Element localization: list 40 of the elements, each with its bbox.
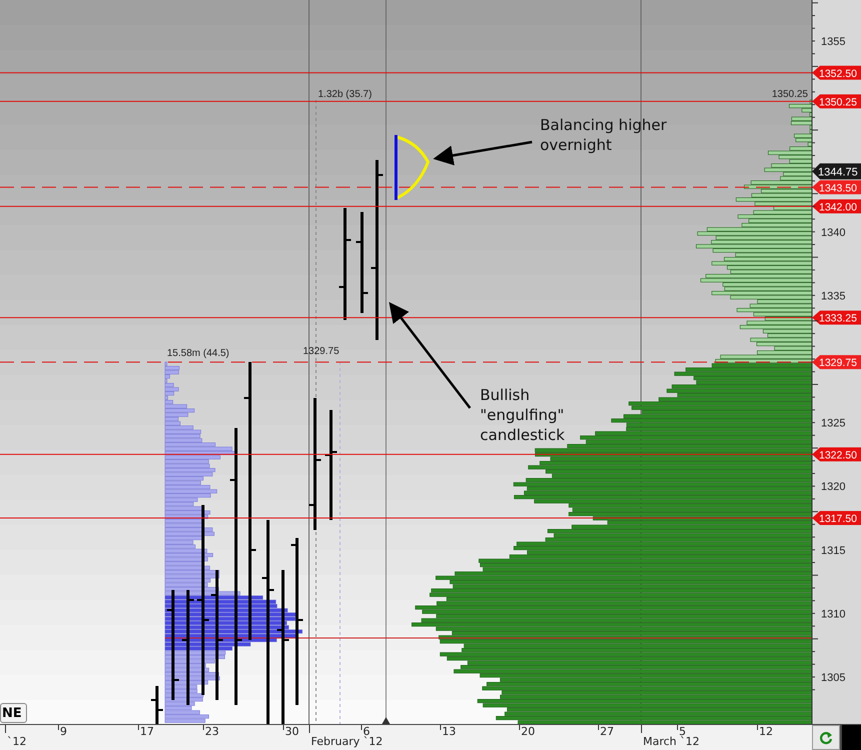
price-level-tag: 1329.75 (812, 355, 861, 370)
date-axis-label: 6 (363, 725, 370, 738)
date-axis-label: 13 (442, 725, 456, 738)
date-axis-label: 30 (285, 725, 299, 738)
refresh-button[interactable] (812, 725, 840, 750)
date-axis-label: 27 (600, 725, 614, 738)
curve-drawing (396, 136, 430, 200)
price-axis-label: 1340 (821, 226, 846, 239)
annotation-text: Balancing higher overnight (540, 115, 668, 155)
price-level-tag: 1343.50 (812, 180, 861, 194)
price-level-tag: 1322.50 (812, 447, 861, 462)
date-axis-label: February `12 (311, 735, 383, 748)
date-axis-label: 5 (679, 725, 686, 738)
date-axis-label: March `12 (643, 735, 700, 748)
volume-label: 15.58m (44.5) (167, 348, 230, 359)
price-level-tag: 1317.50 (812, 511, 861, 525)
line-drawing (394, 135, 398, 200)
annotation-text: Bullish "engulfing" candlestick (480, 385, 566, 445)
price-level-tag: 1352.50 (812, 66, 861, 80)
refresh-icon (818, 730, 834, 746)
date-axis-label: 9 (60, 725, 67, 738)
ne-button[interactable]: NE (0, 703, 27, 723)
high-price-label: 1350.25 (772, 89, 808, 100)
price-axis-label: 1320 (821, 481, 846, 494)
price-axis-label: 1335 (821, 290, 846, 302)
date-axis-label: 20 (521, 725, 535, 738)
price-level-tag: 1342.00 (812, 199, 861, 214)
volume-label: 1.32b (35.7) (318, 89, 372, 100)
price-level-tag: 1350.25 (812, 94, 861, 108)
date-axis-label: 23 (205, 725, 219, 738)
price-axis-label: 1355 (821, 36, 846, 48)
price-axis-label: 1315 (821, 544, 846, 557)
date-axis-label: `12 (7, 735, 26, 748)
last-price-tag: 1344.75 (812, 163, 861, 180)
price-axis-label: 1310 (821, 608, 846, 620)
price-level-tag: 1333.25 (812, 310, 861, 325)
price-axis-label: 1325 (821, 418, 846, 430)
date-axis-label: 17 (140, 725, 154, 738)
date-axis-label: 12 (759, 725, 773, 738)
price-axis-label: 1305 (821, 672, 846, 684)
